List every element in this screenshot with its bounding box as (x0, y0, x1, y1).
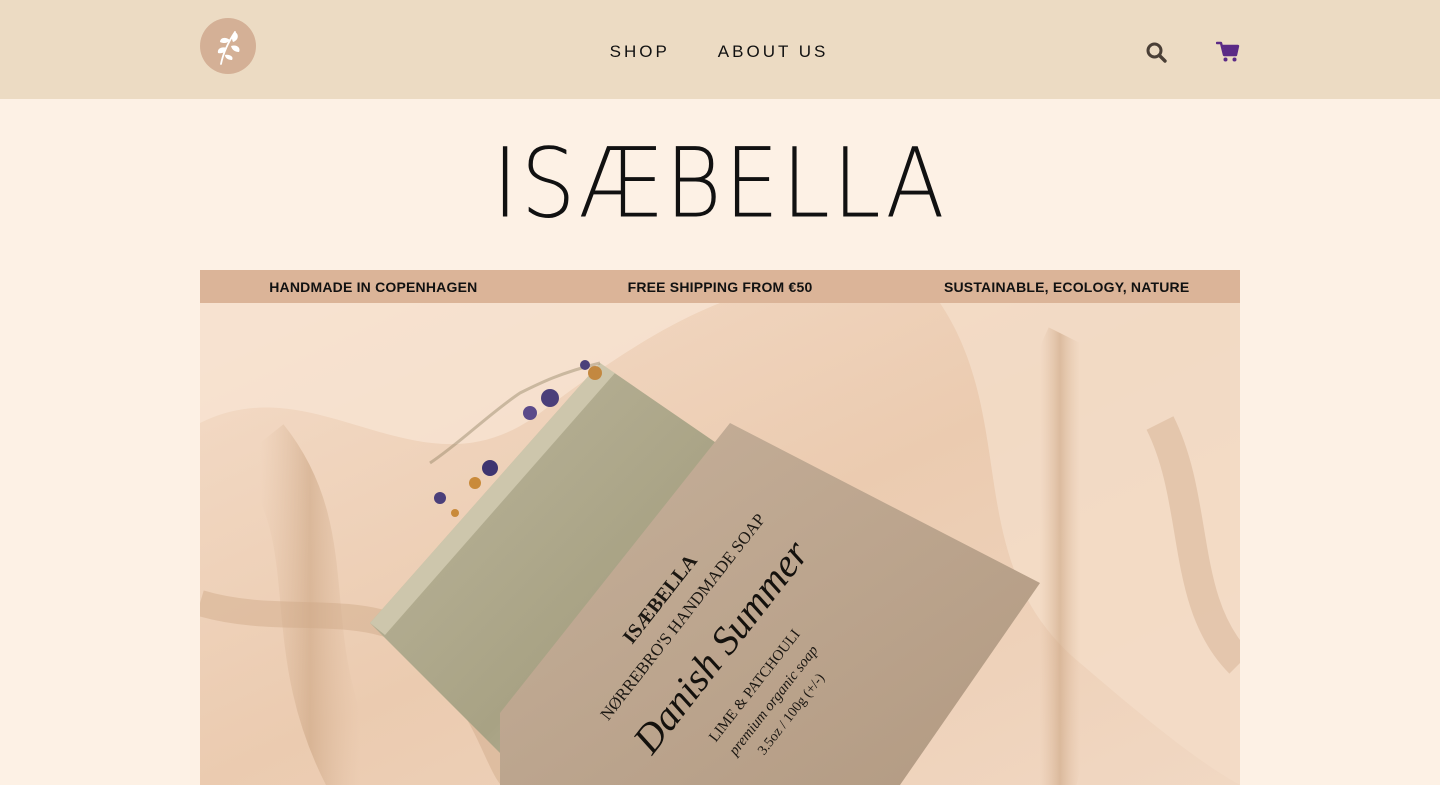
brand-title: ISÆBELLA (492, 128, 948, 240)
search-button[interactable] (1145, 41, 1169, 65)
nav-link-shop[interactable]: SHOP (610, 42, 670, 62)
hero-image: ISÆBELLA NØRREBRO'S HANDMADE SOAP Danish… (200, 303, 1240, 785)
banner-item-handmade: HANDMADE IN COPENHAGEN (269, 278, 478, 295)
nav-link-about-us[interactable]: ABOUT US (718, 42, 829, 62)
cart-button[interactable] (1215, 41, 1240, 63)
info-banner: HANDMADE IN COPENHAGEN FREE SHIPPING FRO… (200, 270, 1240, 303)
search-icon (1146, 42, 1167, 63)
cart-icon (1215, 41, 1240, 62)
banner-item-shipping: FREE SHIPPING FROM €50 (627, 278, 813, 295)
top-navbar: SHOP ABOUT US (0, 0, 1440, 99)
banner-item-sustainable: SUSTAINABLE, ECOLOGY, NATURE (943, 278, 1190, 295)
